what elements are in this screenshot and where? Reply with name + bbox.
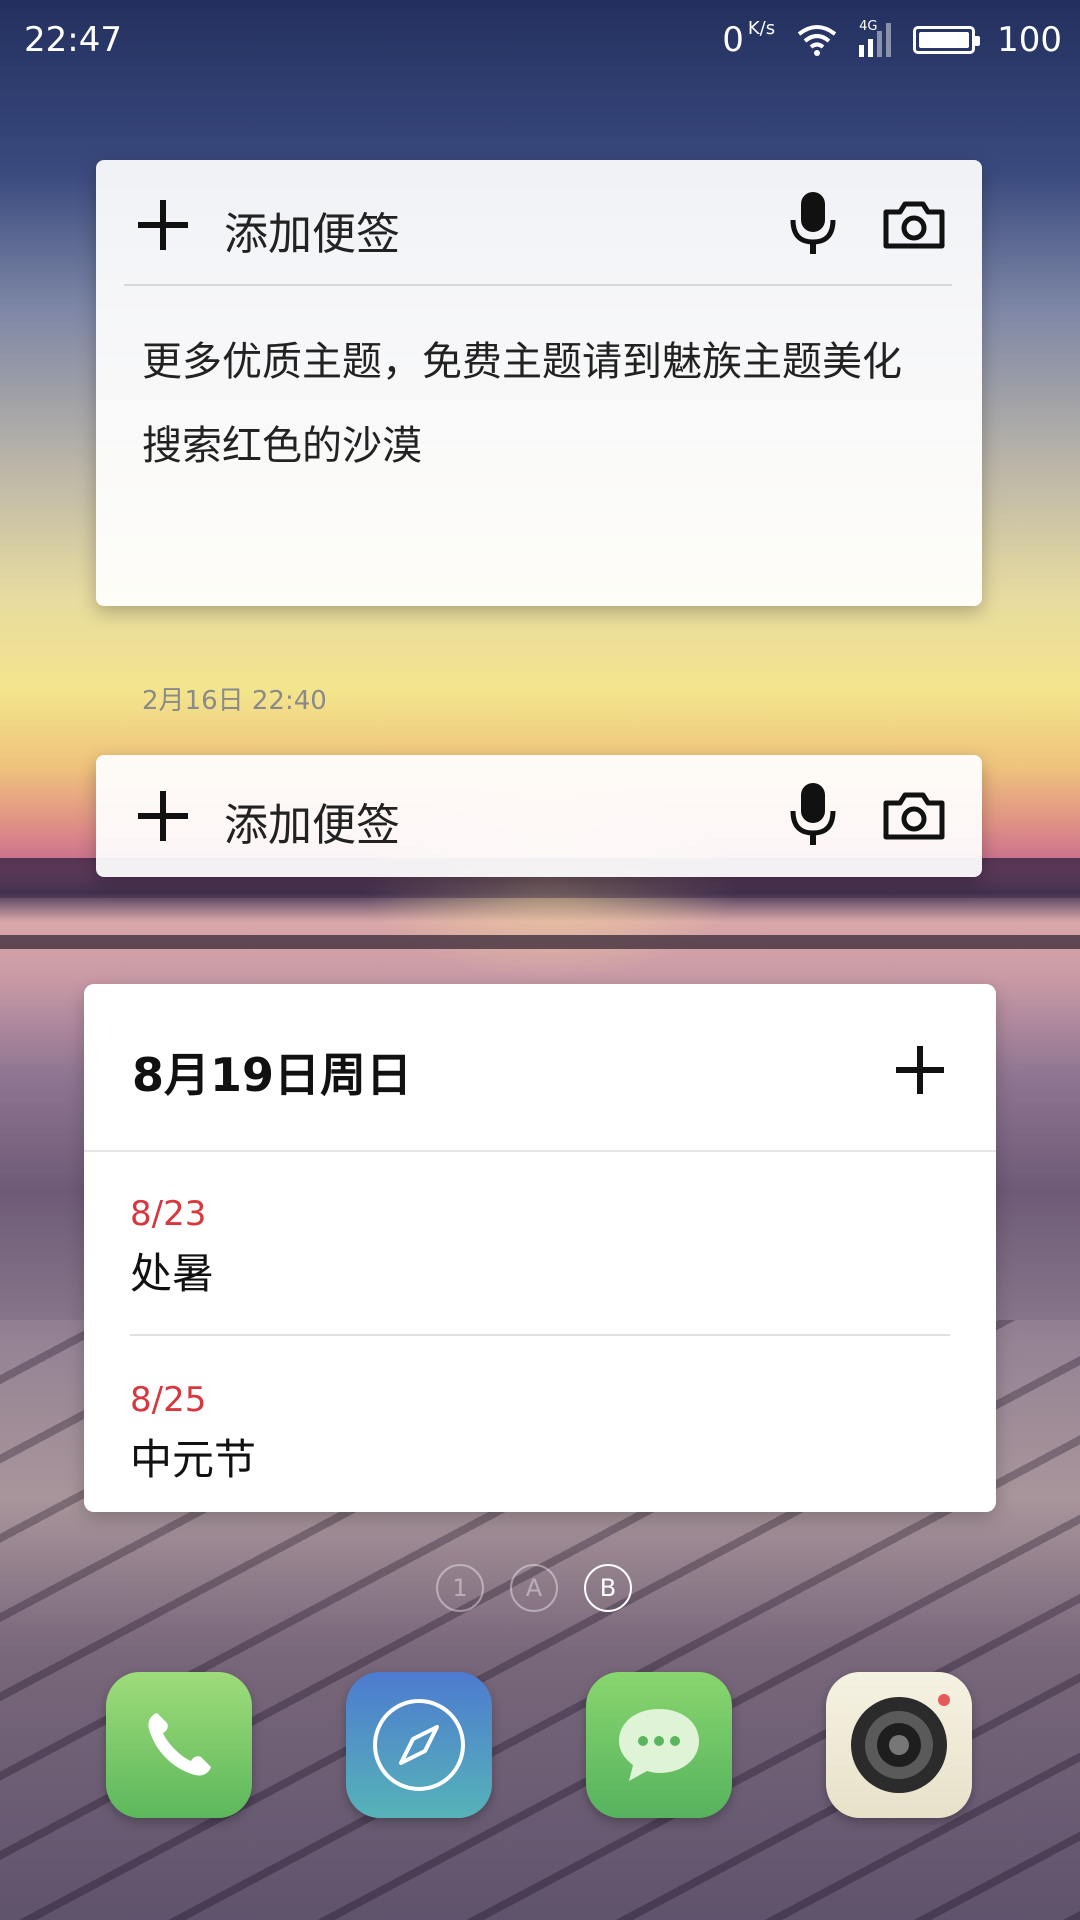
page-indicators: 1 A B (436, 1564, 632, 1612)
note-text[interactable]: 更多优质主题，免费主题请到魅族主题美化搜索红色的沙漠 (142, 320, 922, 488)
net-speed-unit: K/s (747, 18, 776, 39)
battery-icon (913, 26, 981, 54)
note-widget[interactable]: 添加便签 更多优质主题，免费主题请到魅族主题美化搜索红色的沙漠 2月16日 22… (96, 160, 982, 716)
calendar-event[interactable]: 8/25 中元节 (130, 1380, 256, 1487)
network-type: 4G (859, 19, 878, 34)
note-divider (124, 284, 952, 286)
note-widget-header: 添加便签 (96, 160, 982, 284)
page-indicator-1[interactable]: 1 (436, 1564, 484, 1612)
calendar-date-header[interactable]: 8月19日周日 (132, 1039, 412, 1105)
net-speed: 0 K/s (722, 18, 776, 61)
add-note-icon[interactable] (136, 789, 190, 843)
wifi-icon (797, 25, 837, 56)
calendar-widget[interactable]: 8月19日周日 8/23 处暑 8/25 中元节 (84, 984, 996, 1512)
page-indicator-b[interactable]: B (584, 1564, 632, 1612)
compass-icon (373, 1699, 465, 1791)
note-widget-compact-header: 添加便签 (96, 755, 982, 877)
microphone-icon[interactable] (786, 781, 840, 847)
status-icons: 0 K/s 4G 100 (722, 18, 1062, 61)
add-note-button[interactable]: 添加便签 (224, 789, 400, 853)
camera-icon[interactable] (882, 200, 946, 250)
calendar-event[interactable]: 8/23 处暑 (130, 1194, 214, 1301)
add-note-button[interactable]: 添加便签 (224, 198, 400, 262)
note-widget-compact[interactable]: 添加便签 (96, 755, 982, 877)
battery-level: 100 (997, 20, 1062, 60)
camera-icon[interactable] (882, 791, 946, 841)
net-speed-value: 0 (722, 20, 744, 60)
event-date: 8/23 (130, 1194, 207, 1234)
page-indicator-a[interactable]: A (510, 1564, 558, 1612)
wallpaper-pier (0, 935, 1080, 949)
event-date: 8/25 (130, 1380, 207, 1420)
note-date: 2月16日 22:40 (142, 686, 327, 716)
microphone-icon[interactable] (786, 190, 840, 256)
camera-app-icon[interactable] (826, 1672, 972, 1818)
messages-app-icon[interactable] (586, 1672, 732, 1818)
status-bar: 22:47 0 K/s 4G 100 (0, 0, 1080, 80)
event-name: 处暑 (130, 1249, 215, 1298)
chat-bubble-icon (619, 1709, 699, 1781)
add-event-icon[interactable] (894, 1044, 946, 1096)
app-dock (106, 1672, 972, 1818)
calendar-divider (84, 1150, 996, 1152)
event-divider (130, 1334, 950, 1336)
status-time: 22:47 (24, 20, 122, 60)
camera-lens-icon (851, 1694, 950, 1793)
phone-handset-icon (148, 1713, 211, 1776)
add-note-icon[interactable] (136, 198, 190, 252)
event-name: 中元节 (130, 1435, 257, 1484)
cellular-signal-icon: 4G (859, 19, 892, 57)
phone-app-icon[interactable] (106, 1672, 252, 1818)
browser-app-icon[interactable] (346, 1672, 492, 1818)
